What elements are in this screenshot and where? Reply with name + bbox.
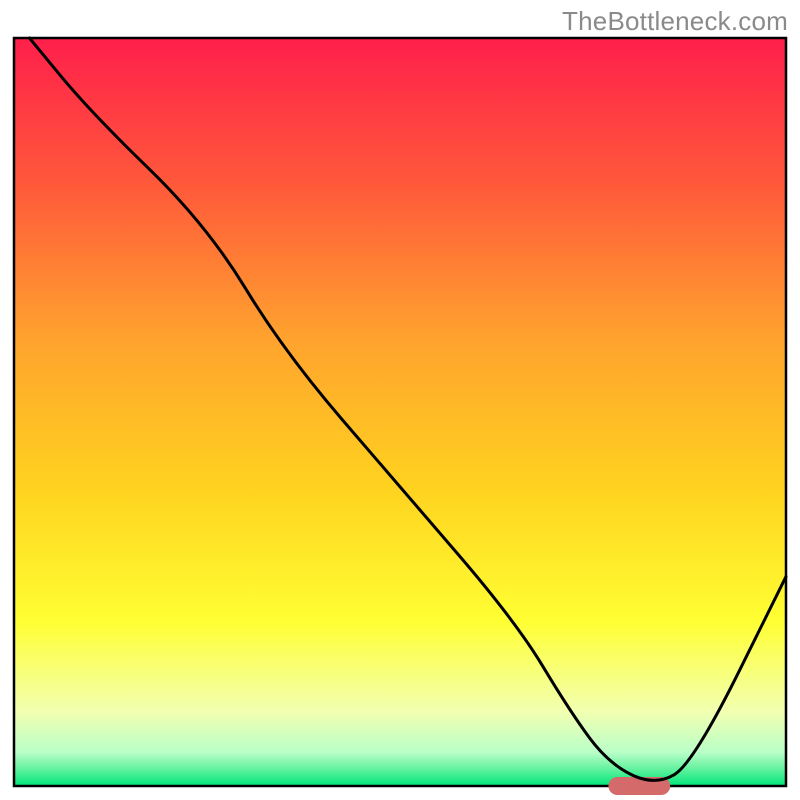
bottleneck-chart xyxy=(0,0,800,800)
watermark-text: TheBottleneck.com xyxy=(562,6,788,37)
chart-stage: TheBottleneck.com xyxy=(0,0,800,800)
